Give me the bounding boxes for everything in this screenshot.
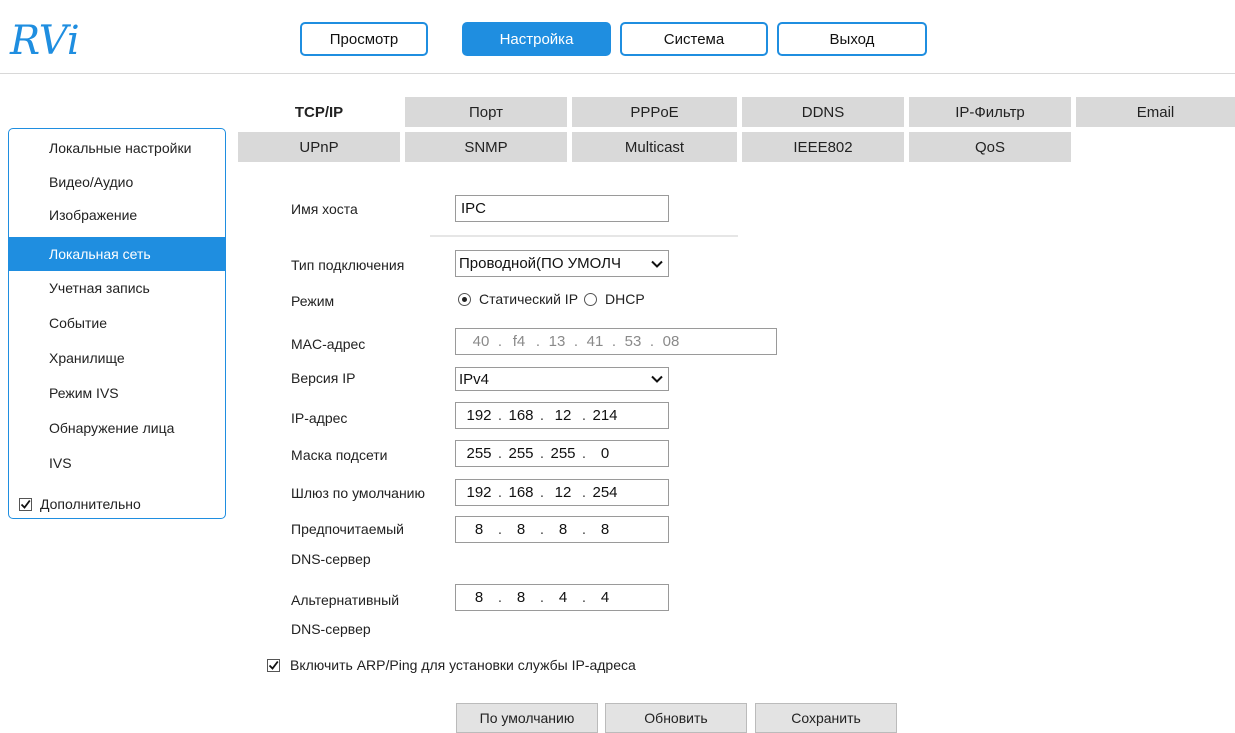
refresh-button[interactable]: Обновить — [605, 703, 747, 733]
mode-label: Режим — [291, 293, 335, 309]
alternate-dns-input[interactable]: 8. 8. 4. 4 — [455, 584, 669, 611]
sidebar-item-face-detection[interactable]: Обнаружение лица — [9, 411, 225, 445]
sidebar-item-storage[interactable]: Хранилище — [9, 341, 225, 375]
nav-view-button[interactable]: Просмотр — [300, 22, 428, 56]
tab-qos[interactable]: QoS — [909, 132, 1071, 162]
dns2-label-line2: DNS-сервер — [291, 621, 371, 637]
advanced-label: Дополнительно — [40, 496, 141, 512]
ip-version-label: Версия IP — [291, 370, 356, 386]
rvi-logo-icon: RVi — [9, 18, 80, 64]
default-button[interactable]: По умолчанию — [456, 703, 598, 733]
chevron-down-icon — [651, 260, 663, 268]
mode-dhcp-label: DHCP — [605, 291, 645, 307]
check-icon — [268, 660, 279, 670]
hostname-label: Имя хоста — [291, 201, 358, 217]
mode-static-radio[interactable] — [458, 292, 471, 306]
chevron-down-icon — [651, 375, 663, 383]
mac-address-field: 40. f4. 13. 41. 53. 08 — [455, 328, 777, 355]
mode-radio-group: Статический IP DHCP — [458, 291, 645, 307]
nav-logout-button[interactable]: Выход — [777, 22, 927, 56]
tab-multicast[interactable]: Multicast — [572, 132, 737, 162]
dns1-label-line2: DNS-сервер — [291, 551, 371, 567]
tab-snmp[interactable]: SNMP — [405, 132, 567, 162]
sidebar-item-event[interactable]: Событие — [9, 306, 225, 340]
brand-logo: RVi — [8, 18, 128, 67]
gateway-label: Шлюз по умолчанию — [291, 485, 426, 501]
tab-ip-filter[interactable]: IP-Фильтр — [909, 97, 1071, 127]
svg-text:RVi: RVi — [9, 20, 80, 64]
sidebar-item-local-settings[interactable]: Локальные настройки — [9, 131, 225, 165]
sidebar-item-account[interactable]: Учетная запись — [9, 271, 225, 305]
sidebar: Локальные настройки Видео/Аудио Изображе… — [8, 128, 226, 519]
preferred-dns-input[interactable]: 8. 8. 8. 8 — [455, 516, 669, 543]
ip-address-label: IP-адрес — [291, 410, 348, 426]
advanced-checkbox[interactable] — [19, 497, 32, 511]
tab-ddns[interactable]: DDNS — [742, 97, 904, 127]
hostname-input[interactable]: IPC — [455, 195, 669, 222]
ip-address-input[interactable]: 192. 168. 12. 214 — [455, 402, 669, 429]
sidebar-item-ivs[interactable]: IVS — [9, 446, 225, 480]
sidebar-item-network[interactable]: Локальная сеть — [9, 237, 225, 271]
dns2-label-line1: Альтернативный — [291, 592, 400, 608]
ip-version-select[interactable]: IPv4 — [455, 367, 669, 391]
conn-type-select[interactable]: Проводной(ПО УМОЛЧ — [455, 250, 669, 277]
tab-tcpip[interactable]: TCP/IP — [238, 97, 400, 127]
tab-pppoe[interactable]: PPPoE — [572, 97, 737, 127]
sidebar-advanced-toggle[interactable]: Дополнительно — [9, 492, 141, 516]
tab-upnp[interactable]: UPnP — [238, 132, 400, 162]
mac-label: MAC-адрес — [291, 336, 366, 352]
tab-email[interactable]: Email — [1076, 97, 1235, 127]
form-divider — [430, 235, 738, 237]
arp-ping-label: Включить ARP/Ping для установки службы I… — [290, 657, 636, 673]
sidebar-item-video-audio[interactable]: Видео/Аудио — [9, 167, 225, 197]
tab-port[interactable]: Порт — [405, 97, 567, 127]
subnet-mask-input[interactable]: 255. 255. 255. 0 — [455, 440, 669, 467]
nav-settings-button[interactable]: Настройка — [462, 22, 611, 56]
dns1-label-line1: Предпочитаемый — [291, 521, 405, 537]
arp-ping-checkbox[interactable] — [267, 658, 280, 672]
tab-ieee802[interactable]: IEEE802 — [742, 132, 904, 162]
sidebar-item-image[interactable]: Изображение — [9, 198, 225, 232]
conn-type-label: Тип подключения — [291, 257, 405, 273]
subnet-mask-label: Маска подсети — [291, 447, 388, 463]
arp-ping-option: Включить ARP/Ping для установки службы I… — [267, 657, 636, 673]
check-icon — [20, 499, 31, 509]
save-button[interactable]: Сохранить — [755, 703, 897, 733]
mode-dhcp-radio[interactable] — [584, 292, 598, 306]
header-divider — [0, 73, 1235, 74]
nav-system-button[interactable]: Система — [620, 22, 768, 56]
mode-static-label: Статический IP — [479, 291, 579, 307]
sidebar-item-ivs-mode[interactable]: Режим IVS — [9, 376, 225, 410]
gateway-input[interactable]: 192. 168. 12. 254 — [455, 479, 669, 506]
